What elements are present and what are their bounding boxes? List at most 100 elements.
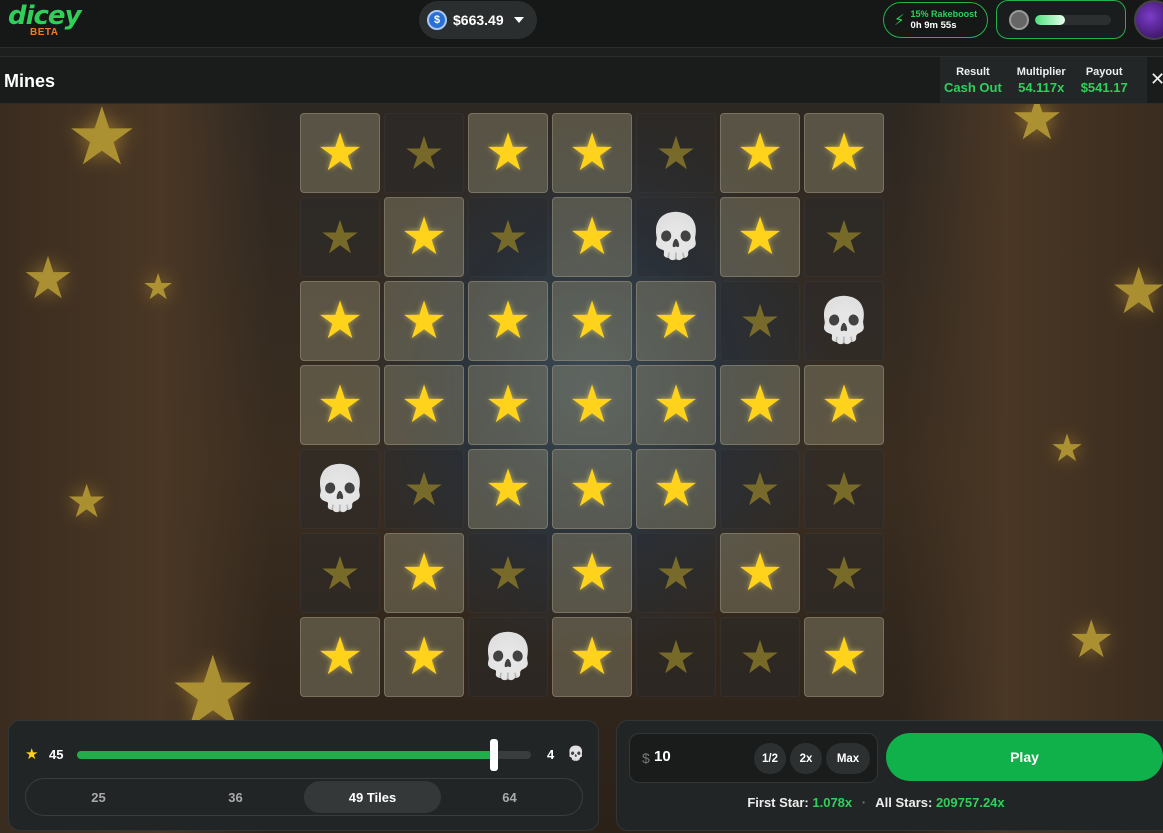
star-icon: ★ (484, 376, 532, 434)
mines-tile[interactable]: ★ (804, 197, 884, 277)
rakeboost-timer: 0h 9m 55s (910, 20, 957, 31)
tile-option[interactable]: 25 (30, 781, 167, 813)
mines-tile[interactable]: ★ (720, 281, 800, 361)
mines-tile[interactable]: ★ (468, 281, 548, 361)
star-icon: ★ (655, 631, 697, 683)
mines-tile[interactable]: ★ (636, 617, 716, 697)
mines-tile[interactable]: ★ (300, 365, 380, 445)
star-icon: ★ (739, 295, 781, 347)
skull-icon: 💀 (312, 464, 368, 513)
mines-tile[interactable]: ★ (720, 113, 800, 193)
mines-tile[interactable]: ★ (384, 365, 464, 445)
star-icon: ★ (319, 211, 361, 263)
star-icon: ★ (400, 292, 448, 350)
mines-tile[interactable]: ★ (384, 281, 464, 361)
balance-selector[interactable]: $ $663.49 (419, 1, 537, 39)
payout-label: Payout (1085, 66, 1123, 78)
star-icon: ★ (568, 376, 616, 434)
mines-tile[interactable]: ★ (300, 197, 380, 277)
mines-tile[interactable]: ★ (636, 113, 716, 193)
mines-tile[interactable]: 💀 (636, 197, 716, 277)
mines-tile[interactable]: ★ (300, 533, 380, 613)
mines-tile[interactable]: ★ (804, 365, 884, 445)
star-icon: ★ (487, 211, 529, 263)
mines-tile[interactable]: ★ (804, 533, 884, 613)
mines-tile[interactable]: ★ (300, 113, 380, 193)
mines-tile[interactable]: ★ (384, 617, 464, 697)
logo-wordmark: dicey (8, 1, 82, 31)
mines-tile[interactable]: ★ (552, 533, 632, 613)
slider-thumb[interactable] (489, 739, 498, 771)
tile-option[interactable]: 64 (441, 781, 578, 813)
mines-tile[interactable]: ★ (384, 113, 464, 193)
mines-tile[interactable]: ★ (636, 449, 716, 529)
mines-tile[interactable]: ★ (300, 281, 380, 361)
half-bet-button[interactable]: 1/2 (754, 743, 786, 774)
mines-tile[interactable]: ★ (720, 365, 800, 445)
max-bet-button[interactable]: Max (826, 743, 870, 774)
mines-tile[interactable]: ★ (720, 617, 800, 697)
multiplier-label: Multiplier (1016, 66, 1066, 78)
multiplier-column: Multiplier 54.117x (1017, 57, 1066, 103)
result-value: Cash Out (944, 80, 1002, 95)
close-icon[interactable]: ✕ (1150, 69, 1163, 90)
star-icon: ★ (484, 460, 532, 518)
mines-tile[interactable]: ★ (552, 365, 632, 445)
mines-tile[interactable]: ★ (384, 197, 464, 277)
mines-tile[interactable]: 💀 (468, 617, 548, 697)
mines-tile[interactable]: ★ (468, 113, 548, 193)
mines-tile[interactable]: ★ (552, 197, 632, 277)
mines-tile[interactable]: ★ (468, 365, 548, 445)
mines-tile[interactable]: ★ (384, 449, 464, 529)
mines-tile[interactable]: 💀 (804, 281, 884, 361)
mines-tile[interactable]: ★ (720, 449, 800, 529)
mines-tile[interactable]: ★ (804, 617, 884, 697)
background-star-icon: ★ (1050, 428, 1085, 470)
mines-tile[interactable]: ★ (468, 449, 548, 529)
mines-grid: ★ ★ ★ ★ ★ ★ ★ ★ ★ ★ ★ 💀 ★ ★ ★ ★ ★ ★ ★ ★ 💀 ★ ★ ★ ★ ★ ★ ★ 💀 ★ ★ ★ ★ ★ ★ ★ ★ ★ ★ ★… (300, 113, 884, 697)
rakeboost-button[interactable]: ⚡ 15% Rakeboost 0h 9m 55s (883, 2, 988, 38)
mines-tile[interactable]: ★ (636, 281, 716, 361)
mines-tile[interactable]: ★ (720, 533, 800, 613)
background-star-icon: ★ (1110, 255, 1163, 327)
play-button[interactable]: Play (886, 733, 1163, 781)
settings-panel: ★ 45 4 💀 25 36 49 Tiles 64 (8, 720, 599, 831)
mines-tile[interactable]: ★ (552, 617, 632, 697)
mines-tile[interactable]: ★ (804, 449, 884, 529)
bet-amount-value[interactable]: 10 (654, 748, 671, 765)
tile-option[interactable]: 36 (167, 781, 304, 813)
mines-tile[interactable]: ★ (636, 533, 716, 613)
dicey-logo[interactable]: dicey BETA (8, 1, 82, 38)
separator-dot: · (861, 795, 867, 810)
background-star-icon: ★ (1068, 611, 1115, 669)
star-icon: ★ (820, 628, 868, 686)
star-icon: ★ (655, 547, 697, 599)
mines-tile[interactable]: ★ (552, 113, 632, 193)
rakeboost-label: 15% Rakeboost (910, 9, 978, 19)
balance-amount: $663.49 (453, 12, 504, 28)
mines-tile[interactable]: 💀 (300, 449, 380, 529)
star-icon: ★ (820, 124, 868, 182)
mines-tile[interactable]: ★ (468, 197, 548, 277)
star-icon: ★ (400, 544, 448, 602)
mines-tile[interactable]: ★ (300, 617, 380, 697)
mines-tile[interactable]: ★ (720, 197, 800, 277)
double-bet-button[interactable]: 2x (790, 743, 822, 774)
bet-amount-field[interactable]: $ 10 1/2 2x Max (629, 733, 878, 783)
level-progress[interactable] (996, 0, 1126, 39)
star-icon: ★ (736, 124, 784, 182)
mines-tile[interactable]: ★ (384, 533, 464, 613)
mines-slider[interactable] (77, 739, 531, 771)
mines-tile[interactable]: ★ (804, 113, 884, 193)
all-stars-value: 209757.24x (935, 795, 1005, 810)
mines-tile[interactable]: ★ (636, 365, 716, 445)
result-summary: Result Cash Out Multiplier 54.117x Payou… (940, 57, 1147, 103)
multiplier-value: 54.117x (1018, 80, 1065, 95)
tile-option[interactable]: 49 Tiles (304, 781, 441, 813)
star-icon: ★ (652, 460, 700, 518)
mines-tile[interactable]: ★ (468, 533, 548, 613)
mines-tile[interactable]: ★ (552, 281, 632, 361)
xp-bar (1035, 14, 1111, 25)
avatar[interactable] (1134, 0, 1163, 40)
mines-tile[interactable]: ★ (552, 449, 632, 529)
